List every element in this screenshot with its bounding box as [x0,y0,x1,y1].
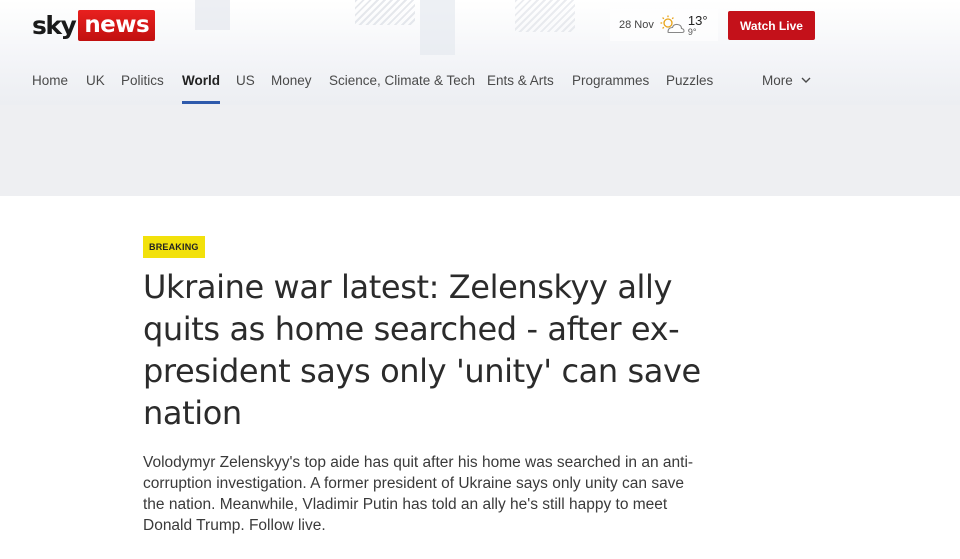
article-standfirst: Volodymyr Zelenskyy's top aide has quit … [143,454,694,534]
chevron-down-icon [801,77,811,83]
temp-low: 9° [687,26,697,37]
nav-item-world[interactable]: World [182,70,220,105]
header-pattern [195,0,230,30]
sky-news-logo[interactable]: sky news [32,10,156,41]
watch-live-button[interactable]: Watch Live [728,11,815,40]
nav-more-button[interactable]: More [762,70,811,105]
nav-item-ents-arts[interactable]: Ents & Arts [487,70,554,105]
article-headline: Ukraine war latest: Zelenskyy ally quits… [143,268,701,432]
weather-date: 28 Nov [619,19,654,31]
nav-item-home[interactable]: Home [32,70,68,105]
nav-item-politics[interactable]: Politics [121,70,164,105]
nav-item-puzzles[interactable]: Puzzles [666,70,713,105]
nav-item-science[interactable]: Science, Climate & Tech [329,70,475,105]
nav-item-money[interactable]: Money [271,70,312,105]
logo-news-box: news [78,10,156,41]
logo-sky-text: sky [32,11,77,40]
sun-cloud-icon [660,15,685,34]
nav-item-us[interactable]: US [236,70,255,105]
header-pattern [420,0,455,55]
breaking-badge: BREAKING [143,236,205,258]
header-pattern [355,0,415,25]
main-nav: Home UK Politics World US Money Science,… [0,70,960,105]
masthead: sky news 28 Nov 13° 9° Watch Live Home U… [0,0,960,105]
nav-item-uk[interactable]: UK [86,70,105,105]
weather-temps: 13° 9° [688,14,708,37]
header-pattern [515,0,575,32]
weather-widget[interactable]: 28 Nov 13° 9° [610,9,718,41]
temp-high: 13° [687,12,708,28]
article-header: BREAKING Ukraine war latest: Zelenskyy a… [143,236,713,536]
nav-more-label: More [762,73,793,88]
nav-item-programmes[interactable]: Programmes [572,70,649,105]
advert-placeholder [0,105,960,196]
